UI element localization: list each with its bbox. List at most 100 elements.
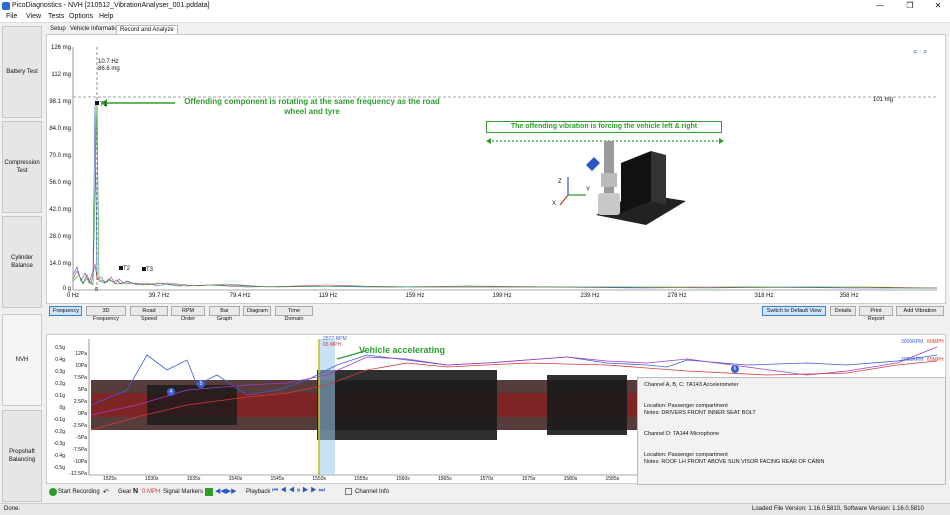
record-icon[interactable] [49,488,57,496]
right-mph-high: 80MPH [927,339,944,345]
channel-d-notes: Notes: ROOF LH FRONT ABOVE SUN VISOR FAC… [644,459,825,465]
x-tick: 318 Hz [754,293,774,299]
badge-4[interactable]: 4 [168,389,174,395]
status-left: Done. [4,506,21,512]
switch-default-view-button[interactable]: Switch to Default View [762,306,826,316]
sidebar-item-compression-test[interactable]: Compression Test [2,121,42,213]
sidebar-item-propshaft-balancing[interactable]: Propshaft Balancing [2,410,42,502]
channel-d-location: Location: Passenger compartment [644,452,728,458]
add-vibration-button[interactable]: Add Vibration [896,306,944,316]
undo-icon[interactable]: ↶ [103,488,109,496]
x-tick: 199 Hz [492,293,512,299]
annotation-left-right: The offending vibration is forcing the v… [510,123,698,130]
right-rpm-low: 2000RPM [901,357,924,363]
menu-file[interactable]: File [6,13,17,20]
channel-abc-notes: Notes: DRIVERS FRONT INNER SEAT BOLT [644,410,756,416]
y-tick: 28.0 mg [49,234,71,240]
menu-options[interactable]: Options [69,13,93,20]
accelerometer-image: Z X Y [486,133,724,235]
view-time-domain-button[interactable]: Time Domain [275,306,313,322]
x-tick: 79.4 Hz [229,293,251,299]
x-axis-time: 1525s 1530s 1535s 1540s 1545s 1550s 1555s 1560s… [103,476,703,482]
x-tick: 278 Hz [667,293,687,299]
title-bar: PicoDiagnostics - NVH [210512_VibrationA… [0,0,950,12]
x-tick: 39.7 Hz [148,293,170,299]
y-axis-pa: 12Pa 10Pa 7.5Pa 5Pa 2.5Pa 0Pa -2.5Pa -5Pa -7.5Pa… [69,351,87,477]
tab-setup[interactable]: Setup [47,25,69,34]
test-sidebar: Battery Test Compression Test Cylinder B… [0,24,44,504]
menu-tests[interactable]: Tests [48,13,64,20]
y-axis-g: 0.5g 0.4g 0.3g 0.2g 0.1g 0g -0.1g -0.2g -0.3g -0.… [53,345,65,471]
annotation-vehicle-accelerating: Vehicle accelerating [359,345,446,355]
channel-info-checkbox[interactable] [345,488,352,495]
print-report-button[interactable]: Print Report [859,306,893,322]
y-tick: 126 mg [50,45,71,51]
right-rpm-high: 3000RPM [901,339,924,345]
x-tick: 159 Hz [405,293,425,299]
channel-info-label[interactable]: Channel Info [355,489,389,495]
gear-label: Gear [118,489,132,495]
zoom-out-icon[interactable]: ⌕ [923,47,927,57]
status-bar: Done. Loaded File Version: 1.16.0.5810, … [0,503,950,515]
y-tick: 84.0 mg [49,126,71,132]
cursor-amplitude: 86.6 mg [98,66,120,72]
marker-t3: T3 [146,267,154,273]
minimize-button[interactable]: — [870,1,890,11]
view-3d-frequency-button[interactable]: 3D Frequency [86,306,126,322]
marker-t1: T1 [100,102,108,108]
menu-bar: File View Tests Options Help [0,12,950,23]
playback-controls-icon[interactable]: ⏮◀◀⏸▶▶⏭ [272,487,327,495]
status-version: Loaded File Version: 1.16.0.5810, Softwa… [752,506,924,512]
close-button[interactable]: ✕ [928,1,948,11]
sidebar-item-battery-test[interactable]: Battery Test [2,26,42,118]
badge-5[interactable]: 5 [198,381,204,387]
signal-markers-label: Signal Markers [163,489,204,495]
speed-readout: 0 MPH [142,489,161,495]
start-recording-button[interactable]: Start Recording [58,489,100,495]
channel-d: Channel D: TA144 Microphone [644,431,720,437]
sidebar-item-nvh[interactable]: NVH [2,314,42,406]
axis-y-label: Y [586,187,591,193]
zoom-icon[interactable]: ⌕ [913,47,917,57]
y-tick: 98.1 mg [49,99,71,105]
badge-6[interactable]: 6 [732,366,738,372]
cursor-frequency: 10.7 Hz [98,59,119,65]
x-tick: 358 Hz [839,293,859,299]
channel-info-panel: Channel A, B, C: TA143 Accelerometer Loc… [637,377,946,485]
window-title: PicoDiagnostics - NVH [210512_VibrationA… [12,2,210,9]
view-frequency-button[interactable]: Frequency [49,306,82,316]
add-marker-icon[interactable] [205,488,213,496]
frequency-spectrum-panel: 126 mg 112 mg 98.1 mg 84.0 mg 70.0 mg 56… [46,34,946,304]
tab-record-and-analyze[interactable]: Record and Analyze [116,25,178,34]
y-tick: 112 mg [51,72,71,78]
menu-help[interactable]: Help [99,13,113,20]
x-tick: 119 Hz [318,293,338,299]
y-tick: 70.0 mg [49,153,71,159]
view-rpm-order-button[interactable]: RPM Order [171,306,205,322]
y-tick: 42.0 mg [49,207,71,213]
marker-zero: 0 [95,287,98,293]
app-logo-icon [2,2,10,10]
marker-t2: T2 [123,266,131,272]
view-road-speed-button[interactable]: Road Speed [130,306,168,322]
y-tick: 0 g [62,286,71,292]
x-tick: 0 Hz [66,293,80,299]
marker-nav-icon[interactable]: ◀◀▶▶ [215,487,237,495]
details-button[interactable]: Details [830,306,856,316]
menu-view[interactable]: View [26,13,41,20]
reference-level: 101 mg [873,97,894,103]
channel-abc: Channel A, B, C: TA143 Accelerometer [644,382,739,388]
right-mph-low: 60MPH [927,357,944,363]
playback-label: Playback [246,489,271,495]
annotation-rotating-component: Offending component is rotating at the s… [184,97,440,116]
maximize-button[interactable]: ❐ [900,1,920,11]
gear-value: N [133,488,139,495]
cursor-mph: 65 MPH [323,342,342,348]
view-diagram-button[interactable]: Diagram [243,306,271,316]
x-tick: 239 Hz [580,293,600,299]
channel-abc-location: Location: Passenger compartment [644,403,728,409]
sidebar-item-cylinder-balance[interactable]: Cylinder Balance [2,216,42,308]
y-tick: 56.0 mg [49,180,71,186]
view-bar-graph-button[interactable]: Bar Graph [209,306,240,322]
y-tick: 14.0 mg [49,261,71,267]
